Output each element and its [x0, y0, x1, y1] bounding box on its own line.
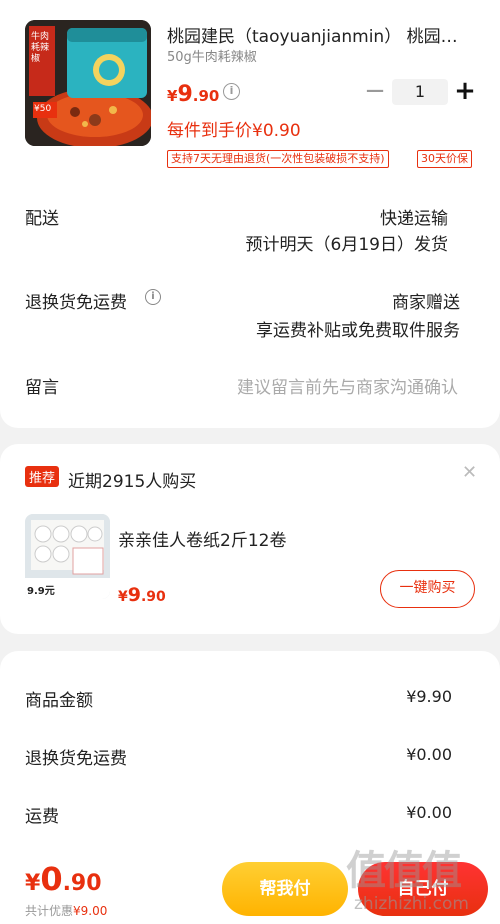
- recommend-item-image[interactable]: 9.9元: [25, 514, 110, 599]
- price-protect-tag: 30天价保: [417, 150, 472, 168]
- recommend-item-price: ¥9.90: [118, 584, 166, 606]
- recommend-title: 近期2915人购买: [68, 472, 197, 492]
- return-policy-tag: 支持7天无理由退货(一次性包装破损不支持): [167, 150, 389, 168]
- summary-value-shipping: ¥0.00: [406, 803, 452, 822]
- price-decimal: .90: [192, 87, 220, 105]
- total-decimal: .90: [62, 871, 102, 896]
- summary-label-goods: 商品金额: [25, 691, 93, 711]
- order-item-card: 牛肉耗辣椒 ¥50 桃园建民（taoyuanjianmin） 桃园建民牛肉耗辣椒…: [0, 0, 500, 428]
- delivery-eta: 预计明天（6月19日）发货: [245, 235, 448, 255]
- info-icon[interactable]: i: [145, 289, 161, 305]
- total-price: ¥0.90: [25, 860, 102, 898]
- total-integer: 0: [40, 860, 63, 898]
- message-input[interactable]: 建议留言前先与商家沟通确认: [237, 373, 458, 398]
- product-title: 桃园建民（taoyuanjianmin） 桃园建民牛肉耗辣椒: [167, 27, 467, 47]
- return-shipping-label: 退换货免运费: [25, 293, 127, 313]
- return-shipping-desc: 享运费补贴或免费取件服务: [256, 321, 460, 341]
- product-spec: 50g牛肉耗辣椒: [167, 50, 257, 65]
- recommend-price-integer: 9: [127, 584, 141, 606]
- help-me-pay-button[interactable]: 帮我付: [222, 862, 348, 916]
- savings-value: ¥9.00: [73, 904, 108, 918]
- savings-label: 共计优惠: [25, 904, 74, 918]
- savings-text: 共计优惠¥9.00: [25, 902, 107, 919]
- product-price: ¥9.90: [167, 82, 219, 107]
- summary-label-shipping: 运费: [25, 807, 59, 827]
- watermark-logo: 值值值: [346, 848, 462, 894]
- recommend-image-price: 9.9元: [27, 586, 55, 597]
- info-icon[interactable]: i: [223, 83, 240, 100]
- summary-value-goods: ¥9.90: [406, 687, 452, 706]
- product-image-badge: ¥50: [34, 104, 52, 114]
- watermark-url: zhizhizhi.com: [354, 894, 469, 914]
- unit-price: 每件到手价¥0.90: [167, 121, 301, 141]
- quantity-decrease-button[interactable]: −: [364, 78, 386, 106]
- one-click-buy-button[interactable]: 一键购买: [380, 570, 475, 608]
- quantity-increase-button[interactable]: +: [454, 78, 476, 104]
- recommend-badge: 推荐: [25, 466, 60, 487]
- price-integer: 9: [177, 82, 193, 107]
- recommend-item-name[interactable]: 亲亲佳人卷纸2斤12卷: [118, 526, 286, 551]
- product-image[interactable]: 牛肉耗辣椒 ¥50: [25, 20, 151, 146]
- recommend-price-currency: ¥: [118, 589, 128, 605]
- price-currency: ¥: [167, 87, 178, 105]
- summary-label-return: 退换货免运费: [25, 749, 127, 769]
- quantity-value[interactable]: 1: [392, 79, 448, 105]
- recommend-price-decimal: .90: [140, 589, 166, 605]
- message-label: 留言: [25, 378, 59, 398]
- summary-value-return: ¥0.00: [406, 745, 452, 764]
- close-icon[interactable]: ✕: [462, 462, 477, 483]
- total-currency: ¥: [25, 871, 41, 896]
- delivery-label: 配送: [25, 209, 59, 229]
- product-image-label: 牛肉耗辣椒: [31, 32, 50, 64]
- return-shipping-value: 商家赠送: [392, 293, 460, 313]
- delivery-method: 快递运输: [380, 209, 448, 229]
